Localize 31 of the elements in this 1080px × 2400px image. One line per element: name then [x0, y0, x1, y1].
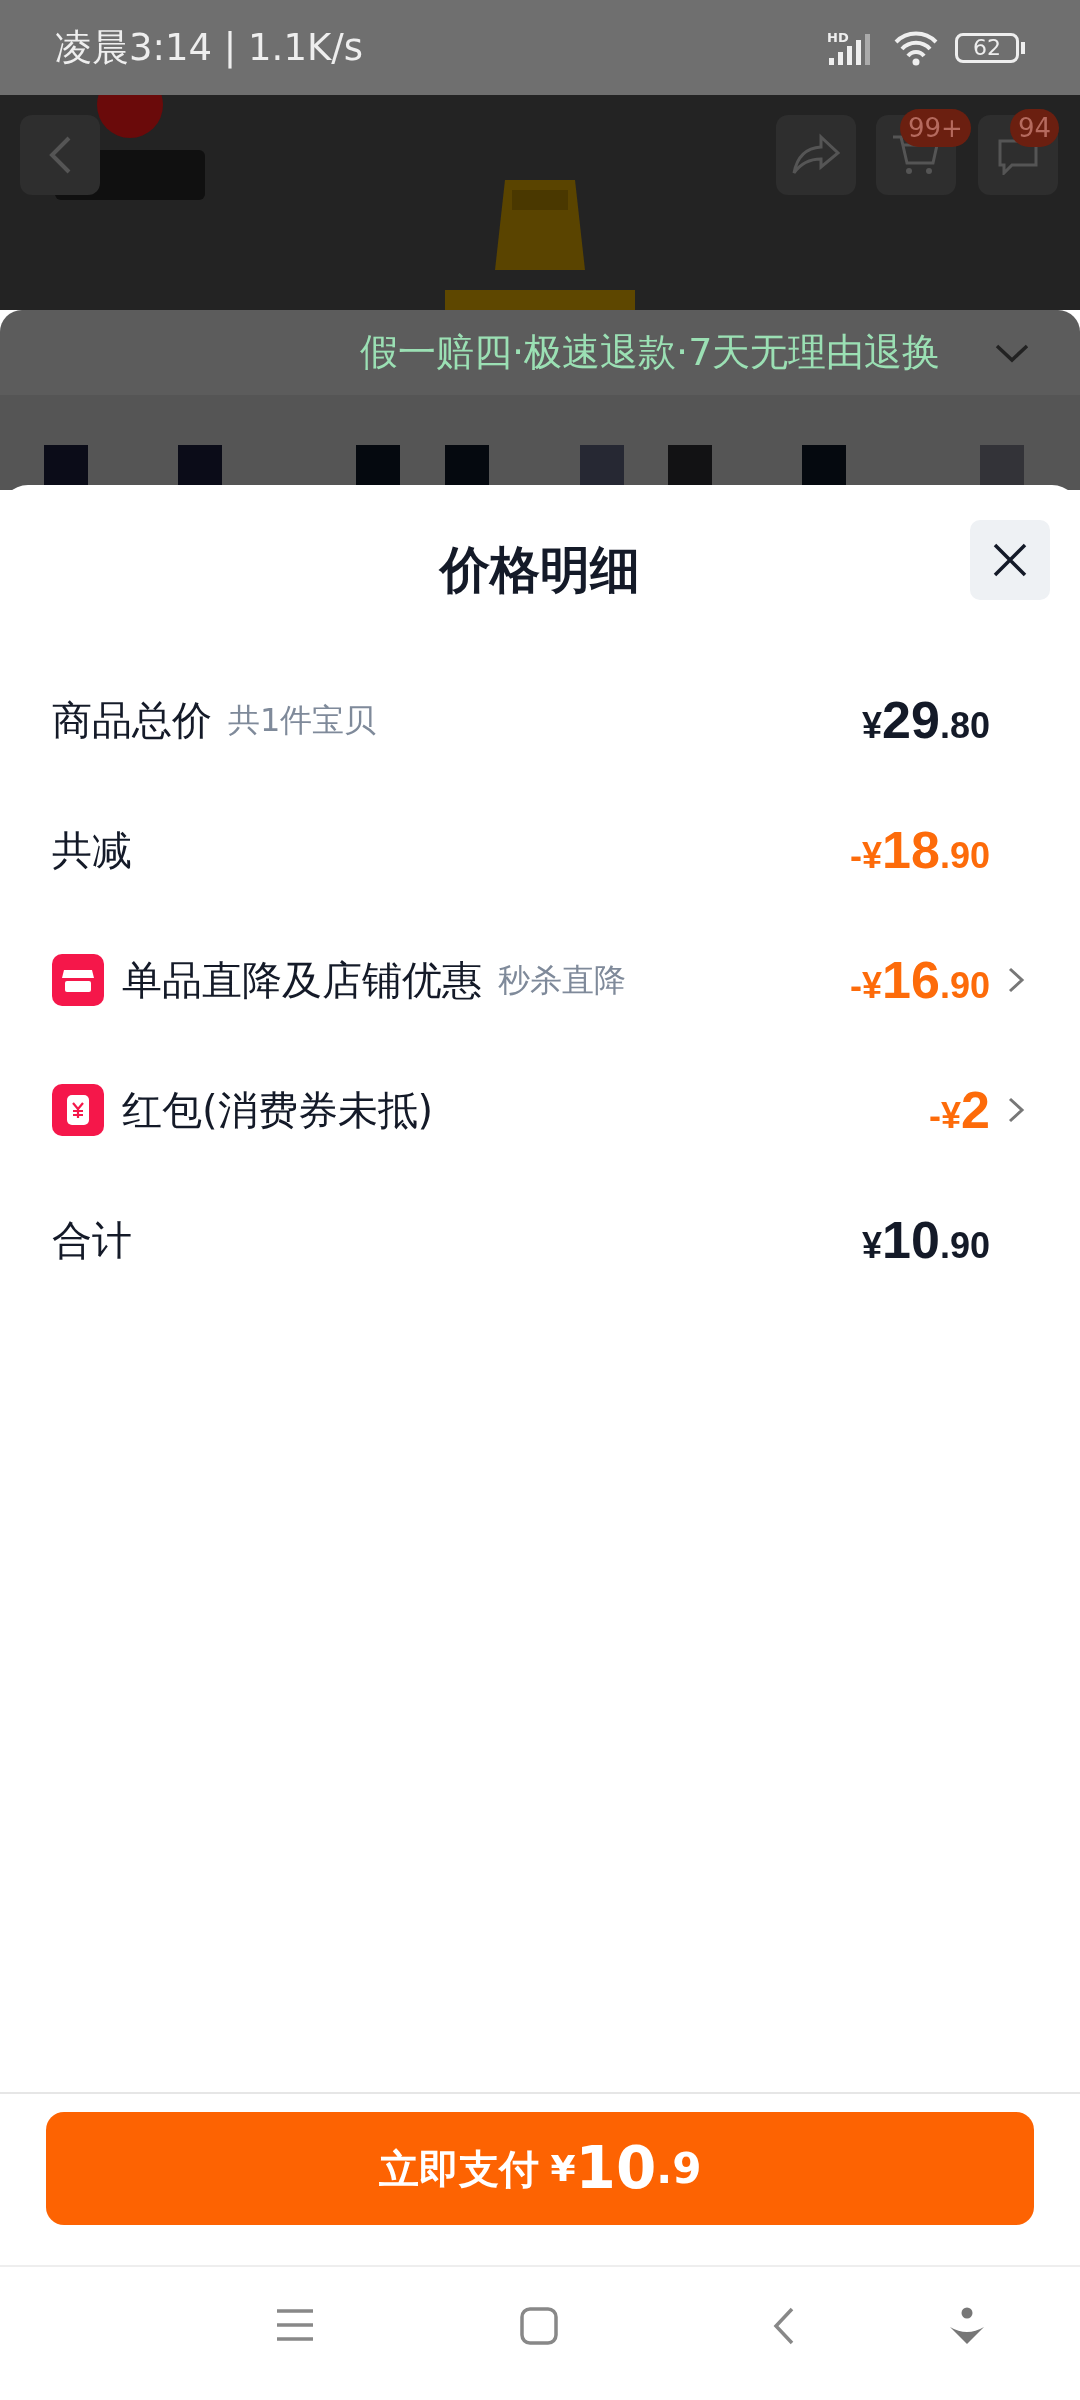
row-label: 商品总价: [52, 696, 212, 745]
cart-badge: 99+: [900, 109, 971, 147]
status-time-speed: 凌晨3:14 | 1.1K/s: [55, 24, 363, 71]
close-button[interactable]: [970, 520, 1050, 600]
amount-text: -¥2: [929, 1080, 990, 1141]
back-icon[interactable]: [772, 2307, 796, 2345]
amount-text: -¥18.90: [850, 820, 990, 881]
row-label: 红包(消费券未抵): [122, 1086, 434, 1135]
shop-icon: [52, 954, 104, 1006]
home-icon[interactable]: [520, 2307, 558, 2345]
pay-button[interactable]: 立即支付 ¥10.9: [46, 2112, 1034, 2225]
row-label: 合计: [52, 1216, 132, 1265]
share-button[interactable]: [776, 115, 856, 195]
close-icon: [992, 542, 1028, 578]
row-label: 共减: [52, 826, 132, 875]
wifi-icon: [893, 29, 939, 66]
chevron-down-icon: [994, 342, 1030, 363]
row-note: 共1件宝贝: [228, 700, 377, 741]
back-icon: [47, 135, 73, 175]
amount-text: ¥29.80: [862, 690, 990, 751]
guarantee-text: 假一赔四·极速退款·7天无理由退换: [360, 329, 941, 376]
sheet-title: 价格明细: [440, 539, 640, 601]
amount-text: -¥16.90: [850, 950, 990, 1011]
row-note: 秒杀直降: [498, 960, 626, 1001]
share-icon: [791, 133, 841, 177]
assistant-icon[interactable]: [949, 2307, 985, 2345]
back-button[interactable]: [20, 115, 100, 195]
amount-text: ¥10.90: [862, 1210, 990, 1271]
row-label: 单品直降及店铺优惠: [122, 956, 482, 1005]
envelope-icon: [52, 1084, 104, 1136]
menu-icon[interactable]: [275, 2307, 315, 2343]
